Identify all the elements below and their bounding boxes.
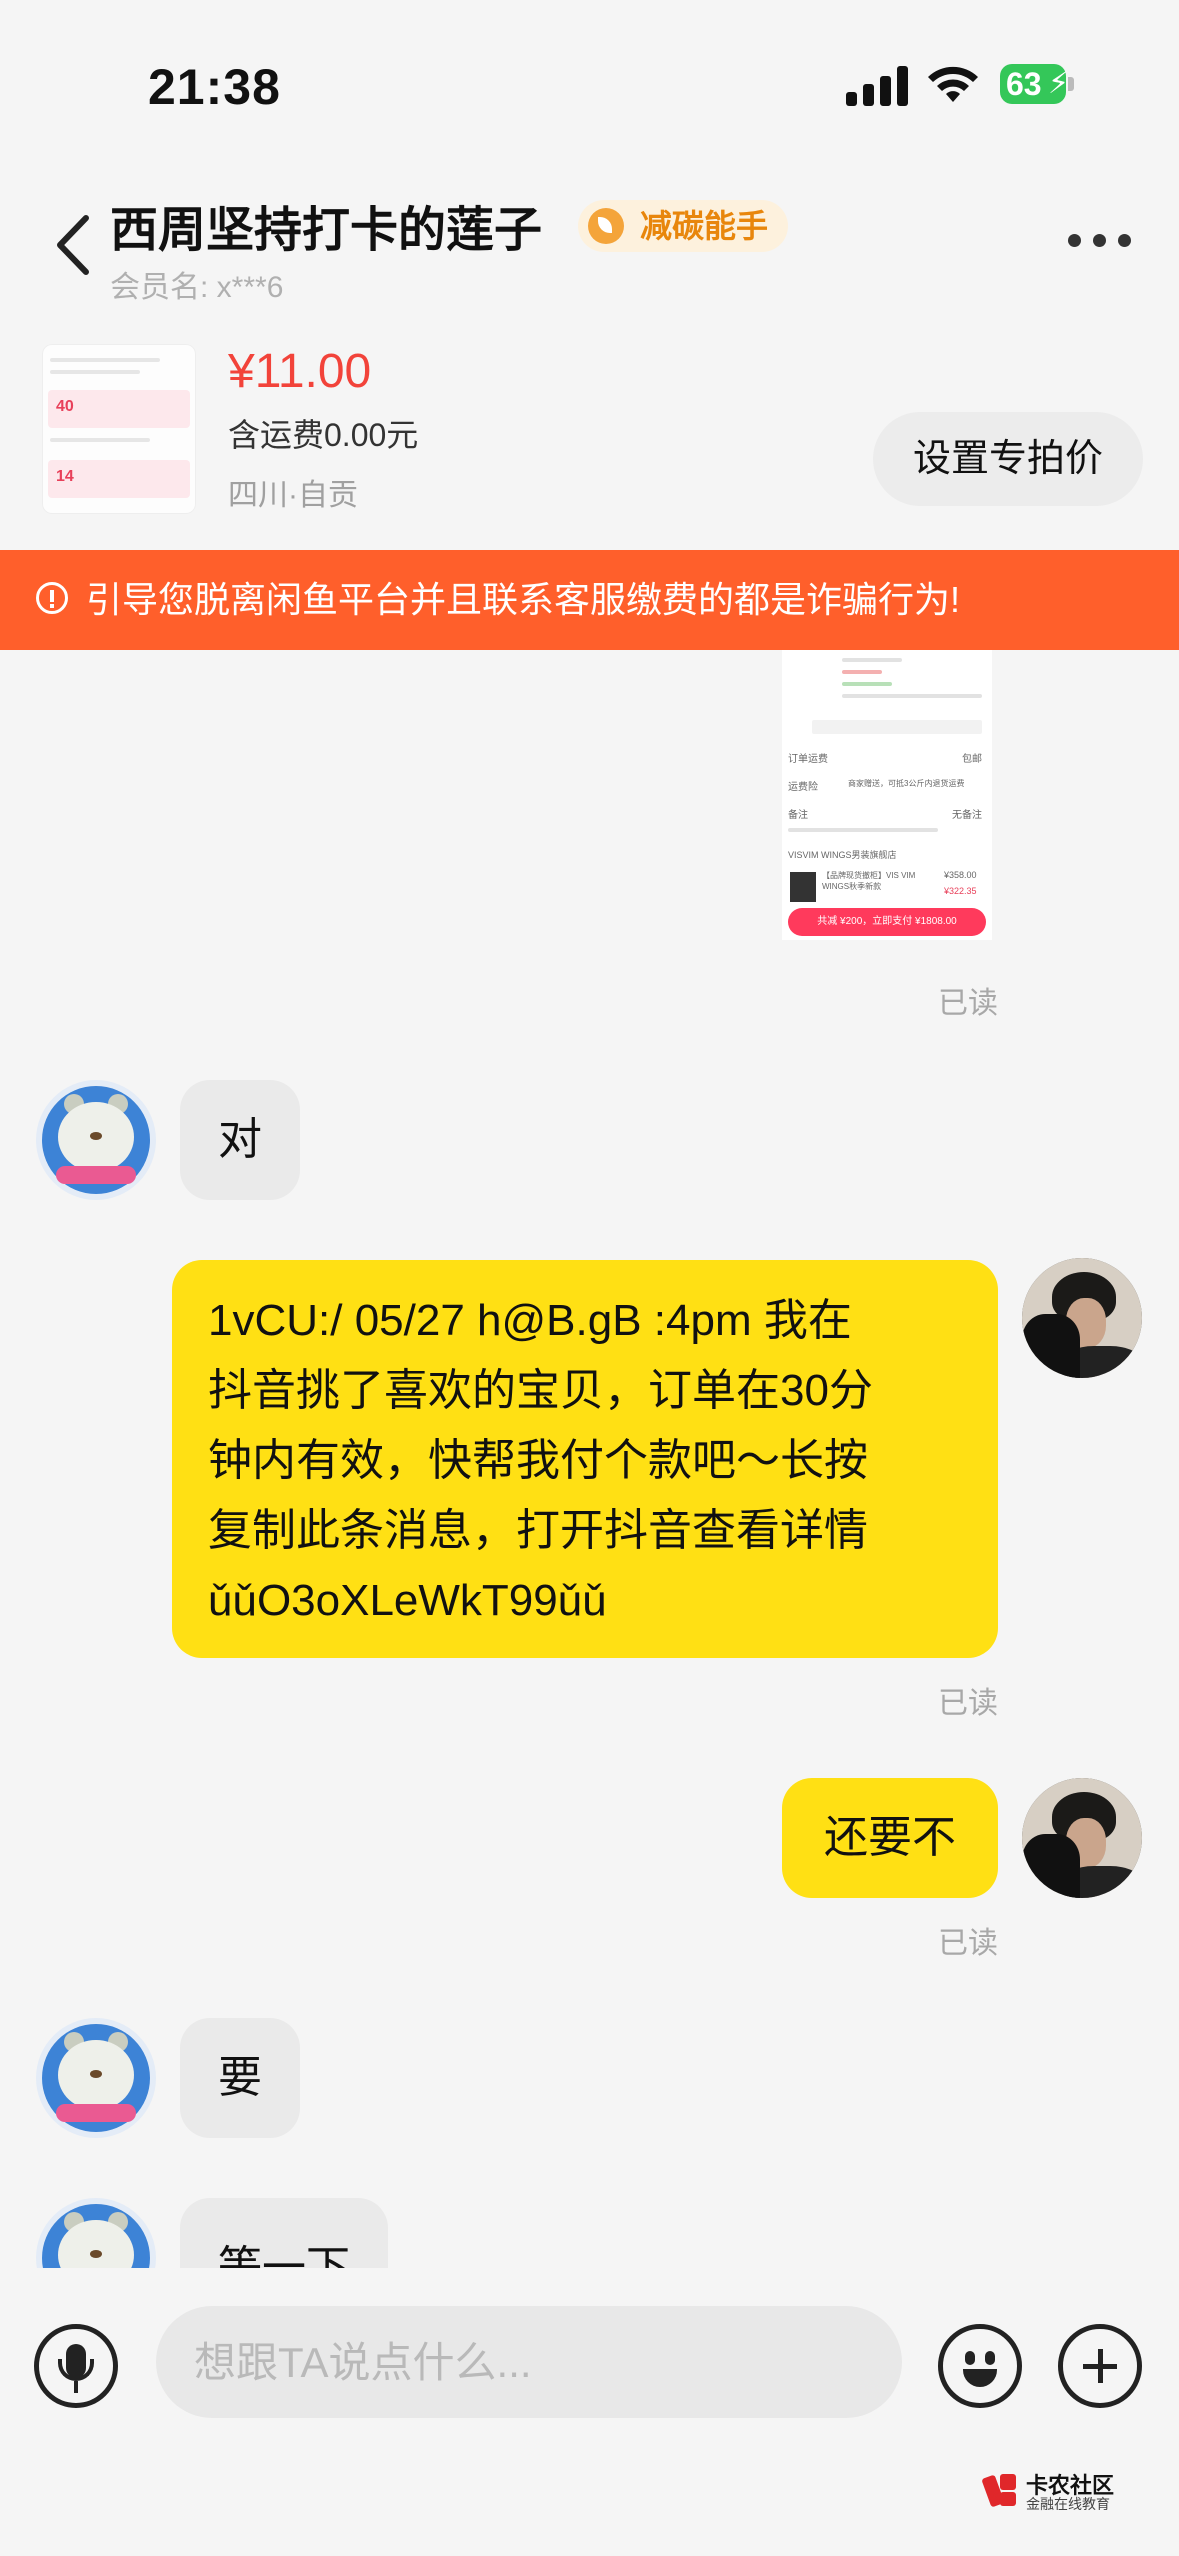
fraud-warning-banner: 引导您脱离闲鱼平台并且联系客服缴费的都是诈骗行为! [0,550,1179,650]
my-message[interactable]: 1vCU:/ 05/27 h@B.gB :4pm 我在 抖音挑了喜欢的宝贝，订单… [172,1260,998,1658]
signal-icon [846,66,910,106]
screenshot-line: ¥322.35 [944,886,977,896]
watermark: 卡农社区 金融在线教育 [981,2466,1162,2516]
leaf-icon [588,208,624,244]
carbon-badge[interactable]: 减碳能手 [578,200,789,252]
product-thumbnail[interactable]: 40 14 [42,344,196,514]
seller-avatar[interactable] [36,1080,156,1200]
image-message[interactable]: 订单运费 包邮 运费险 商家赠送，可抵3公斤内退货运费 备注 无备注 VISVI… [782,650,992,940]
screenshot-pay-bar: 共减 ¥200，立即支付 ¥1808.00 [788,908,986,936]
read-receipt: 已读 [938,1687,998,1720]
status-bar: 21:38 63 ⚡ [0,0,1179,170]
screenshot-line: 【品牌现货撤柜】VIS VIM WINGS秋季新款 [822,871,916,891]
screenshot-line: 运费险 [788,782,818,793]
shipping-fee: 含运费0.00元 [228,417,419,453]
screenshot-line: 包邮 [962,754,982,765]
battery-tip [1068,77,1074,91]
more-dots-icon[interactable] [1068,234,1132,248]
read-receipt: 已读 [938,987,998,1020]
my-avatar[interactable] [1022,1778,1142,1898]
screenshot-line: 订单运费 [788,754,828,765]
warning-icon [36,582,68,614]
read-receipt: 已读 [938,1927,998,1960]
carbon-badge-label: 减碳能手 [640,208,769,244]
watermark-logo-icon [981,2472,1020,2510]
thumb-label-1: 40 [56,398,74,415]
my-avatar[interactable] [1022,1258,1142,1378]
message-input[interactable] [192,2306,876,2420]
back-arrow-icon[interactable] [50,210,100,280]
set-special-price-button[interactable]: 设置专拍价 [873,412,1143,506]
clock: 21:38 [148,59,281,115]
microphone-icon[interactable] [34,2324,118,2408]
emoji-icon[interactable] [938,2324,1022,2408]
screenshot-line: 备注 [788,810,808,821]
screenshot-line: ¥358.00 [944,870,977,880]
seller-message[interactable]: 要 [180,2018,300,2138]
screenshot-line: VISVIM WINGS男装旗舰店 [788,850,897,860]
product-price: ¥11.00 [228,345,372,398]
message-input-wrapper[interactable] [156,2306,902,2420]
screenshot-line: 无备注 [952,810,982,821]
charging-bolt-icon: ⚡ [1048,67,1070,100]
member-name: 会员名: x***6 [110,271,284,304]
message-line: 1vCU:/ 05/27 h@B.gB :4pm 我在 [208,1296,852,1345]
plus-icon[interactable] [1058,2324,1142,2408]
message-line: 复制此条消息，打开抖音查看详情 [208,1506,868,1555]
warning-text: 引导您脱离闲鱼平台并且联系客服缴费的都是诈骗行为! [86,579,961,620]
thumb-label-2: 14 [56,468,74,485]
message-line: 钟内有效，快帮我付个款吧～长按 [208,1436,868,1485]
message-line: ǔǔO3oXLeWkT99ǔǔ [208,1576,607,1625]
seller-message[interactable]: 对 [180,1080,300,1200]
message-line: 抖音挑了喜欢的宝贝，订单在30分 [208,1366,873,1415]
product-location: 四川·自贡 [228,479,358,512]
wifi-icon [928,66,978,102]
my-message[interactable]: 还要不 [782,1778,998,1898]
watermark-subtitle: 金融在线教育 [1026,2496,1110,2512]
screenshot-line: 商家赠送，可抵3公斤内退货运费 [848,779,965,788]
seller-avatar[interactable] [36,2018,156,2138]
shop-name[interactable]: 西周坚持打卡的莲子 [110,190,542,260]
